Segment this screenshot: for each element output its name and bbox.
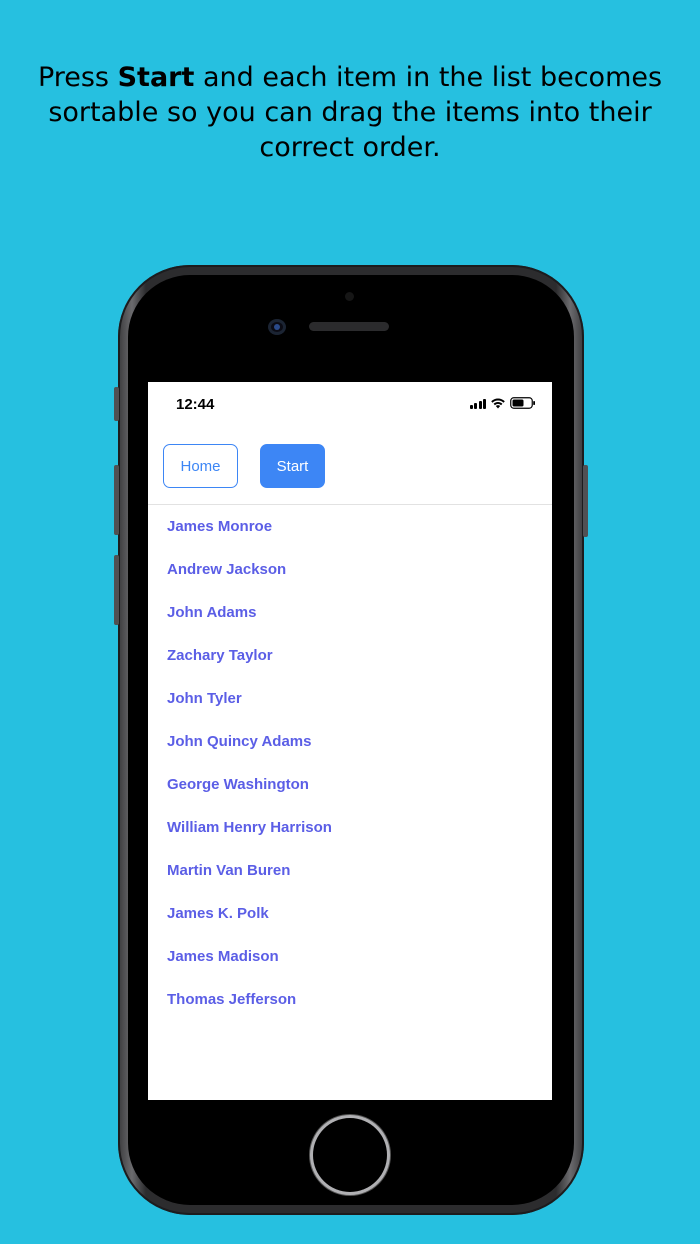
wifi-icon <box>491 398 505 409</box>
home-hardware-button[interactable] <box>313 1118 387 1192</box>
list-item[interactable]: John Quincy Adams <box>148 720 552 763</box>
list-item[interactable]: James Monroe <box>148 505 552 548</box>
list-item[interactable]: Martin Van Buren <box>148 849 552 892</box>
start-button[interactable]: Start <box>260 444 325 488</box>
status-bar: 12:44 <box>148 382 552 426</box>
volume-up-button <box>114 465 119 535</box>
volume-down-button <box>114 555 119 625</box>
headline-text-1: Press <box>37 62 118 93</box>
toolbar: Home Start <box>148 444 552 505</box>
list-item[interactable]: James Madison <box>148 935 552 978</box>
home-button[interactable]: Home <box>163 444 238 488</box>
list-item[interactable]: John Adams <box>148 591 552 634</box>
president-list: James Monroe Andrew Jackson John Adams Z… <box>148 505 552 1021</box>
list-item[interactable]: Andrew Jackson <box>148 548 552 591</box>
list-item[interactable]: George Washington <box>148 763 552 806</box>
list-item[interactable]: Thomas Jefferson <box>148 978 552 1021</box>
list-item[interactable]: Zachary Taylor <box>148 634 552 677</box>
app-screen: 12:44 Home Start James Monroe Andrew Jac… <box>148 382 552 1100</box>
mute-switch <box>114 387 119 421</box>
front-camera-icon <box>268 319 286 335</box>
headline: Press Start and each item in the list be… <box>0 60 700 165</box>
status-icons <box>469 397 537 409</box>
power-button <box>583 465 588 537</box>
list-item[interactable]: James K. Polk <box>148 892 552 935</box>
list-item[interactable]: John Tyler <box>148 677 552 720</box>
status-time: 12:44 <box>176 396 215 413</box>
battery-icon <box>510 397 535 409</box>
earpiece-speaker <box>309 322 389 331</box>
list-item[interactable]: William Henry Harrison <box>148 806 552 849</box>
proximity-sensor <box>345 292 354 301</box>
headline-bold: Start <box>117 62 195 93</box>
cellular-signal-icon <box>469 398 486 409</box>
